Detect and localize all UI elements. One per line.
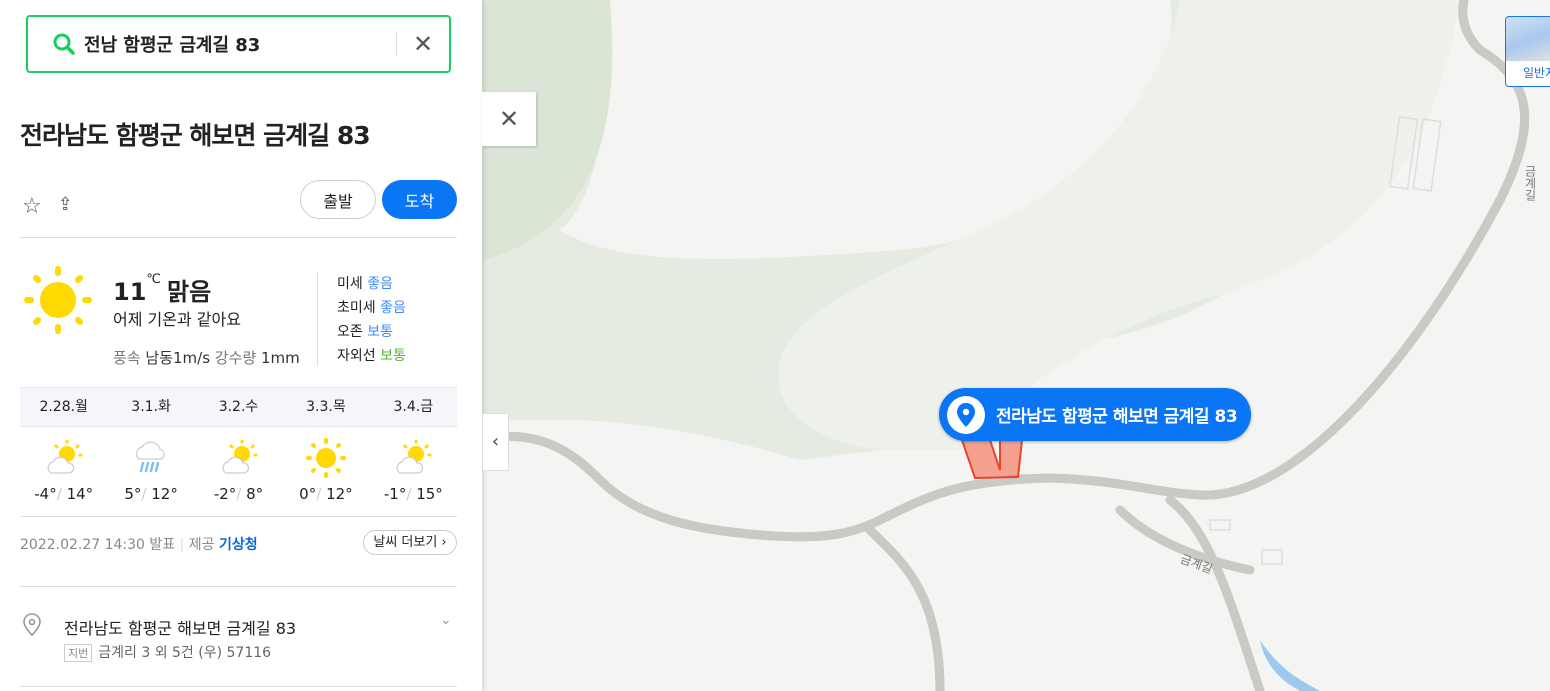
air-value: 좋음 xyxy=(367,276,393,292)
high-temp: 14° xyxy=(66,485,94,503)
road-address: 전라남도 함평군 해보면 금계길 83 xyxy=(64,619,297,638)
temp-unit: ℃ xyxy=(146,272,162,287)
high-temp: 8° xyxy=(246,485,264,503)
location-pin-icon xyxy=(23,613,41,637)
wind-label: 풍속 xyxy=(113,349,141,367)
rain-value: 1mm xyxy=(260,349,300,367)
high-temp: 12° xyxy=(326,485,353,503)
divider xyxy=(20,686,457,687)
location-marker[interactable]: 전라남도 함평군 해보면 금계길 83 xyxy=(939,388,1252,441)
close-panel-button[interactable]: ✕ xyxy=(482,92,536,146)
search-icon xyxy=(53,33,75,55)
issued-time: 2022.02.27 14:30 발표 xyxy=(20,537,176,553)
more-weather-label: 날씨 더보기 xyxy=(373,535,438,550)
divider xyxy=(20,516,457,517)
marker-label: 전라남도 함평군 해보면 금계길 83 xyxy=(996,407,1238,427)
rain-label: 강수량 xyxy=(214,349,257,367)
map-type-label: 일반지도 xyxy=(1523,66,1550,80)
share-icon[interactable]: ⇪ xyxy=(58,194,73,219)
forecast-day: 2.28.월 xyxy=(39,399,88,415)
arrive-button[interactable]: 도착 xyxy=(382,180,457,219)
current-temp: 11℃ 맑음 xyxy=(113,272,211,307)
forecast-item: 5°/ 12° xyxy=(107,437,194,503)
jibun-tag: 지번 xyxy=(64,644,93,662)
temp-compare: 어제 기온과 같아요 xyxy=(113,310,241,329)
star-icon[interactable]: ☆ xyxy=(22,194,42,219)
air-label: 초미세 xyxy=(337,300,376,316)
divider xyxy=(20,237,457,238)
forecast-days: 2.28.월 3.1.화 3.2.수 3.3.목 3.4.금 xyxy=(20,387,457,427)
search-box[interactable]: 전남 함평군 금계길 83 ✕ xyxy=(26,15,451,73)
forecast-day: 3.1.화 xyxy=(131,399,171,415)
jibun-address: 지번 금계리 3 외 5건 (우) 57116 xyxy=(64,642,271,662)
forecast-item: 0°/ 12° xyxy=(282,437,369,503)
search-input[interactable]: 전남 함평군 금계길 83 xyxy=(84,31,396,57)
collapse-panel-button[interactable]: ‹ xyxy=(482,413,509,471)
low-temp: -1° xyxy=(383,485,407,503)
low-temp: 5° xyxy=(124,485,142,503)
more-weather-button[interactable]: 날씨 더보기 › xyxy=(363,530,457,555)
air-value: 보통 xyxy=(380,348,406,364)
air-label: 오존 xyxy=(337,324,363,340)
wind-value: 남동1m/s xyxy=(145,349,211,367)
condition: 맑음 xyxy=(167,278,212,306)
road-label: 금계길 xyxy=(1523,165,1537,201)
high-temp: 12° xyxy=(151,485,178,503)
side-panel: 전남 함평군 금계길 83 ✕ 전라남도 함평군 해보면 금계길 83 ☆ ⇪ 출… xyxy=(0,0,482,691)
jibun-value: 금계리 3 외 5건 (우) 57116 xyxy=(98,645,272,661)
divider xyxy=(317,272,318,366)
sunny-icon xyxy=(24,266,92,334)
forecast-item: -4°/ 14° xyxy=(20,437,107,503)
sunny-icon xyxy=(282,437,369,479)
depart-button[interactable]: 출발 xyxy=(300,180,376,219)
close-icon: ✕ xyxy=(498,105,520,133)
partly-cloudy-icon xyxy=(20,437,107,479)
map-type-button[interactable]: 일반지도 xyxy=(1505,16,1550,87)
wind-rain: 풍속 남동1m/s 강수량 1mm xyxy=(113,347,300,368)
provider-link[interactable]: 기상청 xyxy=(219,537,258,553)
chevron-left-icon: ‹ xyxy=(491,431,500,452)
forecast-day: 3.2.수 xyxy=(218,399,259,415)
low-temp: -2° xyxy=(213,485,237,503)
temp-value: 11 xyxy=(113,278,147,306)
pin-icon xyxy=(947,395,985,434)
rain-icon xyxy=(107,437,194,479)
forecast-day: 3.3.목 xyxy=(306,399,346,415)
partly-cloudy-icon xyxy=(195,437,282,479)
map-thumbnail xyxy=(1506,17,1550,61)
forecast-item: -1°/ 15° xyxy=(370,437,457,503)
forecast-item: -2°/ 8° xyxy=(195,437,282,503)
low-temp: -4° xyxy=(34,485,57,503)
divider xyxy=(20,586,457,587)
issued-info: 2022.02.27 14:30 발표 | 제공 기상청 xyxy=(20,537,258,553)
high-temp: 15° xyxy=(416,485,443,503)
air-label: 자외선 xyxy=(337,348,376,364)
air-label: 미세 xyxy=(337,276,363,292)
place-title: 전라남도 함평군 해보면 금계길 83 xyxy=(20,121,371,150)
forecast-day: 3.4.금 xyxy=(393,399,434,415)
low-temp: 0° xyxy=(299,485,317,503)
provider-label: 제공 xyxy=(188,537,215,553)
forecast-row: -4°/ 14° 5°/ 12° -2°/ 8° 0°/ 12° -1°/ 15° xyxy=(20,437,457,503)
chevron-down-icon[interactable]: ⌄ xyxy=(440,612,452,628)
air-value: 좋음 xyxy=(380,300,406,316)
air-quality: 미세 좋음 초미세 좋음 오존 보통 자외선 보통 xyxy=(337,272,406,368)
clear-search-button[interactable]: ✕ xyxy=(397,30,449,58)
air-value: 보통 xyxy=(367,324,393,340)
partly-cloudy-icon xyxy=(370,437,457,479)
